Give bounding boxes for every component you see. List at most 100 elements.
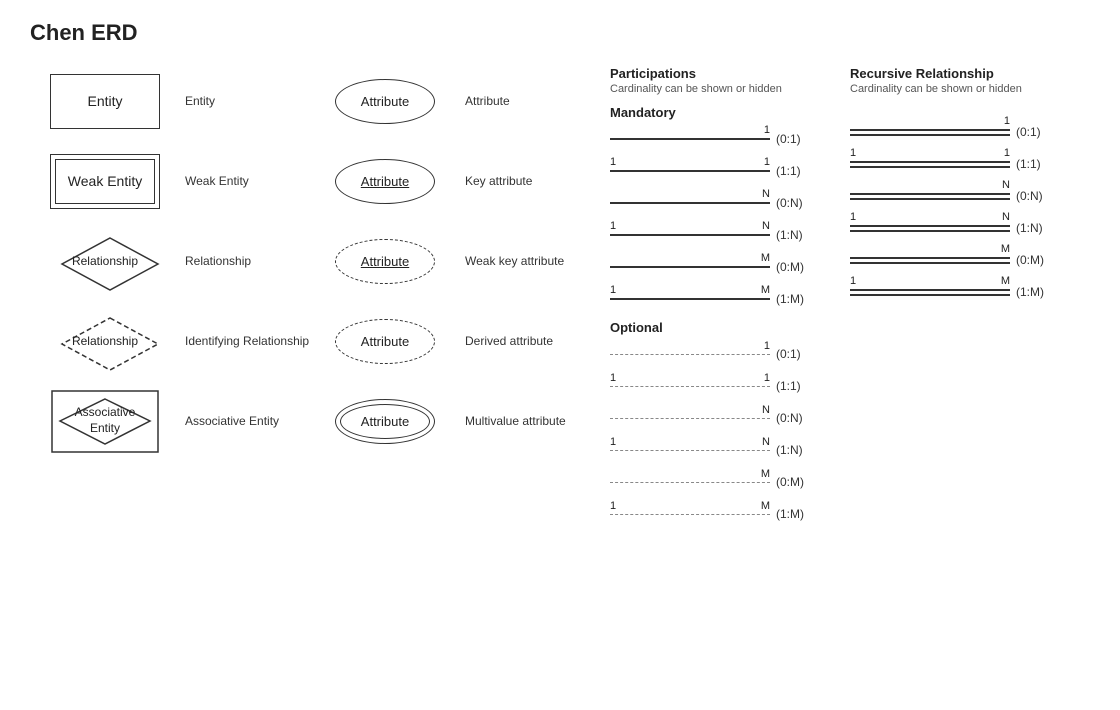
card-m0m: (0:M) xyxy=(776,260,804,274)
ellipse-derived-shape: Attribute xyxy=(335,319,435,364)
attribute-normal-label: Attribute xyxy=(460,94,590,108)
diamond-dashed-shape: Relationship xyxy=(60,316,150,366)
dashed-line-o0n xyxy=(610,418,770,419)
participation-optional-11: 1 1 (1:1) xyxy=(610,375,840,397)
line-o-1m: 1 M xyxy=(610,503,770,525)
ellipse-derived: Attribute xyxy=(330,314,440,369)
card-m1n: (1:N) xyxy=(776,228,803,242)
rnum-left-11: 1 xyxy=(850,147,856,159)
num-right-o0m: M xyxy=(761,468,770,480)
attribute-key-label: Key attribute xyxy=(460,174,590,188)
num-left-m1m: 1 xyxy=(610,284,616,296)
line-m-0m: M xyxy=(610,256,770,278)
num-left-o11: 1 xyxy=(610,372,616,384)
attribute-weakkey-symbol: Attribute xyxy=(310,234,460,289)
line-m-1n: 1 N xyxy=(610,224,770,246)
left-panel: Entity Entity Attribute Attribute Weak E… xyxy=(30,66,610,535)
line-m-0n: N xyxy=(610,192,770,214)
optional-label: Optional xyxy=(610,320,840,335)
attribute-multi-label: Multivalue attribute xyxy=(460,414,590,428)
assoc-shape-container: AssociativeEntity xyxy=(50,389,160,454)
symbol-row-relationship: Relationship Relationship Attribute Weak… xyxy=(30,226,610,296)
page: Chen ERD Entity Entity Attribute Attribu… xyxy=(0,0,1120,555)
ellipse-normal-shape: Attribute xyxy=(335,79,435,124)
line2-1n xyxy=(850,230,1010,232)
solid-line-m1m xyxy=(610,298,770,300)
symbol-row-associative: AssociativeEntity Associative Entity Att… xyxy=(30,386,610,456)
rline-01: 1 xyxy=(850,121,1010,143)
weak-entity-shape: Weak Entity xyxy=(50,154,160,209)
recursive-01: 1 (0:1) xyxy=(850,121,1080,143)
num-right-o0n: N xyxy=(762,404,770,416)
rnum-right-0m: M xyxy=(1001,243,1010,255)
dashed-line-o1m xyxy=(610,514,770,515)
participations-column: Participations Cardinality can be shown … xyxy=(610,66,840,535)
recursive-0n: N (0:N) xyxy=(850,185,1080,207)
recursive-column: Recursive Relationship Cardinality can b… xyxy=(850,66,1080,535)
participation-optional-0n: N (0:N) xyxy=(610,407,840,429)
num-left-o1m: 1 xyxy=(610,500,616,512)
spacer xyxy=(850,105,1080,121)
solid-line-m1n xyxy=(610,234,770,236)
rcard-1n: (1:N) xyxy=(1016,221,1043,235)
rline-0n: N xyxy=(850,185,1010,207)
ellipse-weakkey: Attribute xyxy=(330,234,440,289)
double-line-0n xyxy=(850,193,1010,200)
ellipse-multi: Attribute xyxy=(330,394,440,449)
entity-symbol: Entity xyxy=(30,74,180,129)
relationship-symbol: Relationship xyxy=(30,231,180,291)
line2-1m xyxy=(850,294,1010,296)
participation-mandatory-1m: 1 M (1:M) xyxy=(610,288,840,310)
participation-mandatory-0n: N (0:N) xyxy=(610,192,840,214)
dashed-line-o01 xyxy=(610,354,770,355)
right-panel: Participations Cardinality can be shown … xyxy=(610,66,1090,535)
line1-01 xyxy=(850,129,1010,131)
line-m-1m: 1 M xyxy=(610,288,770,310)
diamond-dashed-container: Relationship xyxy=(50,311,160,371)
diamond-shape: Relationship xyxy=(60,236,150,286)
attribute-normal-symbol: Attribute xyxy=(310,74,460,129)
participations-subtitle: Cardinality can be shown or hidden xyxy=(610,83,840,95)
line-o-0n: N xyxy=(610,407,770,429)
participation-mandatory-0m: M (0:M) xyxy=(610,256,840,278)
recursive-subtitle: Cardinality can be shown or hidden xyxy=(850,83,1080,95)
weak-entity-symbol: Weak Entity xyxy=(30,154,180,209)
line2-0n xyxy=(850,198,1010,200)
ellipse-normal: Attribute xyxy=(330,74,440,129)
num-right-o01: 1 xyxy=(764,340,770,352)
card-m1m: (1:M) xyxy=(776,292,804,306)
num-right-m1m: M xyxy=(761,284,770,296)
solid-line-m0n xyxy=(610,202,770,204)
card-o11: (1:1) xyxy=(776,379,801,393)
num-right-m0m: M xyxy=(761,252,770,264)
card-m0n: (0:N) xyxy=(776,196,803,210)
double-line-11 xyxy=(850,161,1010,168)
weak-entity-label: Weak Entity xyxy=(180,174,310,188)
entity-shape: Entity xyxy=(50,74,160,129)
participation-optional-1m: 1 M (1:M) xyxy=(610,503,840,525)
double-line-1n xyxy=(850,225,1010,232)
page-title: Chen ERD xyxy=(30,20,1090,46)
participation-optional-0m: M (0:M) xyxy=(610,471,840,493)
rcard-0n: (0:N) xyxy=(1016,189,1043,203)
line2-01 xyxy=(850,134,1010,136)
dashed-line-o1n xyxy=(610,450,770,451)
diamond-container: Relationship xyxy=(50,231,160,291)
symbol-row-entity: Entity Entity Attribute Attribute xyxy=(30,66,610,136)
solid-line-m01 xyxy=(610,138,770,140)
double-line-01 xyxy=(850,129,1010,136)
line1-11 xyxy=(850,161,1010,163)
rcard-0m: (0:M) xyxy=(1016,253,1044,267)
associative-symbol: AssociativeEntity xyxy=(30,389,180,454)
participation-optional-01: 1 (0:1) xyxy=(610,343,840,365)
recursive-1n: 1 N (1:N) xyxy=(850,217,1080,239)
line2-11 xyxy=(850,166,1010,168)
rnum-right-1n: N xyxy=(1002,211,1010,223)
num-right-m11: 1 xyxy=(764,156,770,168)
rcard-11: (1:1) xyxy=(1016,157,1041,171)
rcard-1m: (1:M) xyxy=(1016,285,1044,299)
participation-mandatory-1n: 1 N (1:N) xyxy=(610,224,840,246)
line1-0m xyxy=(850,257,1010,259)
num-left-o1n: 1 xyxy=(610,436,616,448)
symbol-row-identifying: Relationship Identifying Relationship At… xyxy=(30,306,610,376)
